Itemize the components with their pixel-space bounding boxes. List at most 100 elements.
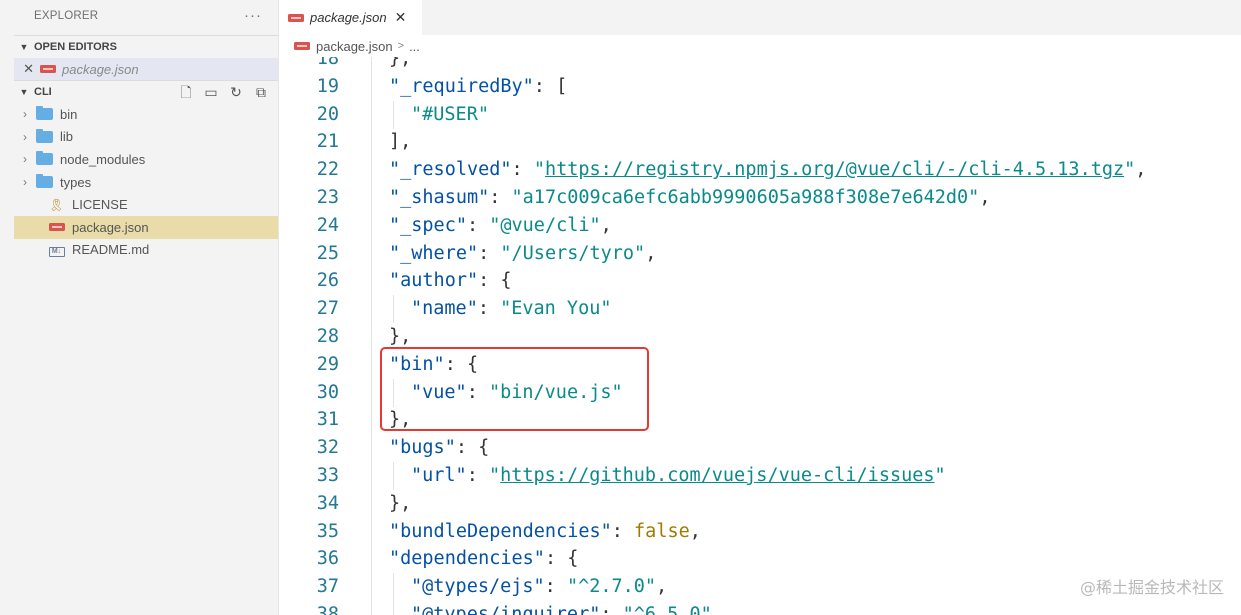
code-token: : — [489, 187, 512, 208]
code-text: "dependencies": { — [389, 545, 578, 573]
indent-guide — [371, 434, 372, 463]
tree-item-package-json[interactable]: package.json — [14, 216, 278, 239]
code-token: : — [544, 576, 567, 598]
indent-guide — [371, 184, 372, 212]
watermark: @稀土掘金技术社区 — [1079, 578, 1224, 597]
code-token: "_spec" — [389, 214, 467, 236]
new-folder-icon[interactable]: ▭ — [202, 83, 220, 101]
breadcrumb-symbol[interactable]: ... — [409, 39, 420, 54]
code-line[interactable]: 31}, — [279, 406, 1241, 435]
code-line[interactable]: 25 "_where": "/Users/tyro", — [279, 239, 1241, 268]
folder-actions: 🗋 ▭ ↻ ⧉ — [177, 83, 270, 101]
open-editor-item[interactable]: ✕ package.json — [14, 58, 278, 80]
tree-item-label: node_modules — [60, 151, 146, 167]
code-line[interactable]: 27 "name": "Evan You" — [279, 295, 1241, 324]
open-editors-header[interactable]: ▼ OPEN EDITORS — [14, 35, 278, 57]
code-line[interactable]: 21], — [279, 128, 1241, 157]
folder-section-header[interactable]: ▼ CLI 🗋 ▭ ↻ ⧉ — [14, 80, 278, 102]
code-token: , — [1135, 159, 1147, 181]
code-token: , — [979, 187, 991, 208]
code-line[interactable]: 18}, — [279, 57, 1241, 73]
indent-guide — [371, 211, 372, 240]
chevron-right-icon: › — [23, 107, 27, 122]
code-line[interactable]: 33 "url": "https://github.com/vuejs/vue-c… — [279, 462, 1241, 490]
code-token: }, — [389, 409, 412, 431]
tree-item-lib[interactable]: › lib — [14, 126, 278, 149]
explorer-sidebar: EXPLORER ··· ▼ OPEN EDITORS ✕ package.js… — [0, 0, 279, 615]
code-text: "bugs": { — [389, 434, 489, 462]
code-text: "@types/ejs": "^2.7.0", — [411, 573, 667, 601]
code-line[interactable]: 36 "dependencies": { — [279, 545, 1241, 574]
code-token: "name" — [411, 298, 478, 320]
tree-item-readme[interactable]: M↓ README.md — [14, 239, 278, 262]
code-text: "_resolved": "https://registry.npmjs.org… — [389, 156, 1146, 184]
tab-package-json[interactable]: package.json ✕ — [279, 0, 422, 35]
code-line[interactable]: 23 "_shasum": "a17c009ca6efc6abb9990605a9… — [279, 184, 1241, 212]
code-token: "bin/vue.js" — [488, 381, 623, 403]
code-token: "@types/ejs" — [411, 576, 545, 598]
tree-item-label: types — [60, 174, 92, 190]
code-token: : { — [478, 270, 512, 292]
tree-item-label: package.json — [72, 219, 149, 235]
code-line[interactable]: 20 "#USER" — [279, 100, 1241, 129]
code-text: "bin": { — [389, 351, 478, 379]
close-icon[interactable]: ✕ — [14, 61, 40, 77]
editor-tab-bar: package.json ✕ — [279, 0, 1241, 35]
code-line[interactable]: 19 "_requiredBy": [ — [279, 72, 1241, 101]
license-icon: 🎗 — [48, 197, 65, 212]
refresh-icon[interactable]: ↻ — [227, 83, 245, 101]
code-line[interactable]: 32 "bugs": { — [279, 434, 1241, 463]
indent-guide — [393, 462, 394, 490]
code-token: "@types/inquirer" — [411, 604, 601, 615]
code-token: "_where" — [389, 242, 479, 264]
code-editor[interactable]: 18}, 19 "_requiredBy": [20 "#USER" 21], 22 "_r… — [279, 57, 1241, 615]
code-line[interactable]: 26 "author": { — [279, 267, 1241, 296]
tree-item-license[interactable]: 🎗 LICENSE — [14, 193, 278, 216]
line-number: 35 — [316, 520, 339, 542]
code-line[interactable]: 30 "vue": "bin/vue.js" — [279, 378, 1241, 407]
tree-item-label: lib — [60, 129, 74, 145]
line-number: 31 — [316, 409, 339, 431]
more-actions-icon[interactable]: ··· — [244, 7, 262, 24]
code-token: " — [934, 465, 946, 486]
new-file-icon[interactable]: 🗋 — [177, 83, 195, 101]
indent-guide — [393, 100, 394, 129]
json-file-icon — [294, 42, 310, 50]
tree-item-types[interactable]: › types — [14, 171, 278, 194]
code-token: "bundleDependencies" — [389, 520, 612, 542]
code-token[interactable]: https://registry.npmjs.org/@vue/cli/-/cl… — [545, 159, 1124, 180]
code-line[interactable]: 38 "@types/inquirer": "^6.5.0", — [279, 601, 1241, 615]
code-text: "_requiredBy": [ — [389, 73, 567, 101]
code-line[interactable]: 28}, — [279, 323, 1241, 351]
json-file-icon — [48, 220, 65, 234]
code-token: "url" — [411, 465, 467, 486]
collapse-icon[interactable]: ⧉ — [252, 83, 270, 101]
indent-guide — [393, 295, 394, 324]
code-token[interactable]: https://github.com/vuejs/vue-cli/issues — [500, 465, 934, 486]
tree-item-node-modules[interactable]: › node_modules — [14, 148, 278, 171]
line-number: 20 — [316, 103, 339, 125]
code-text: "name": "Evan You" — [411, 295, 612, 323]
breadcrumb-file[interactable]: package.json — [316, 39, 393, 54]
code-line[interactable]: 29 "bin": { — [279, 350, 1241, 379]
code-text: "_where": "/Users/tyro", — [389, 240, 656, 268]
code-token: : — [600, 604, 623, 615]
markdown-file-icon: M↓ — [48, 242, 65, 258]
code-line[interactable]: 24 "_spec": "@vue/cli", — [279, 211, 1241, 240]
chevron-right-icon: › — [23, 175, 27, 190]
indent-guide — [393, 378, 394, 407]
code-text: }, — [389, 57, 411, 73]
code-token: : { — [455, 437, 490, 459]
code-line[interactable]: 34}, — [279, 489, 1241, 518]
folder-icon — [36, 106, 53, 121]
code-text: "@types/inquirer": "^6.5.0", — [411, 601, 723, 615]
tree-item-bin[interactable]: › bin — [14, 103, 278, 126]
code-token: "dependencies" — [389, 548, 545, 570]
folder-section-label: CLI — [34, 85, 52, 98]
code-line[interactable]: 22 "_resolved": "https://registry.npmjs.o… — [279, 156, 1241, 185]
close-icon[interactable]: ✕ — [395, 9, 407, 26]
code-line[interactable]: 35 "bundleDependencies": false, — [279, 517, 1241, 546]
indent-guide — [371, 267, 372, 296]
line-number: 18 — [316, 57, 339, 69]
breadcrumb: package.json > ... — [279, 35, 1241, 57]
